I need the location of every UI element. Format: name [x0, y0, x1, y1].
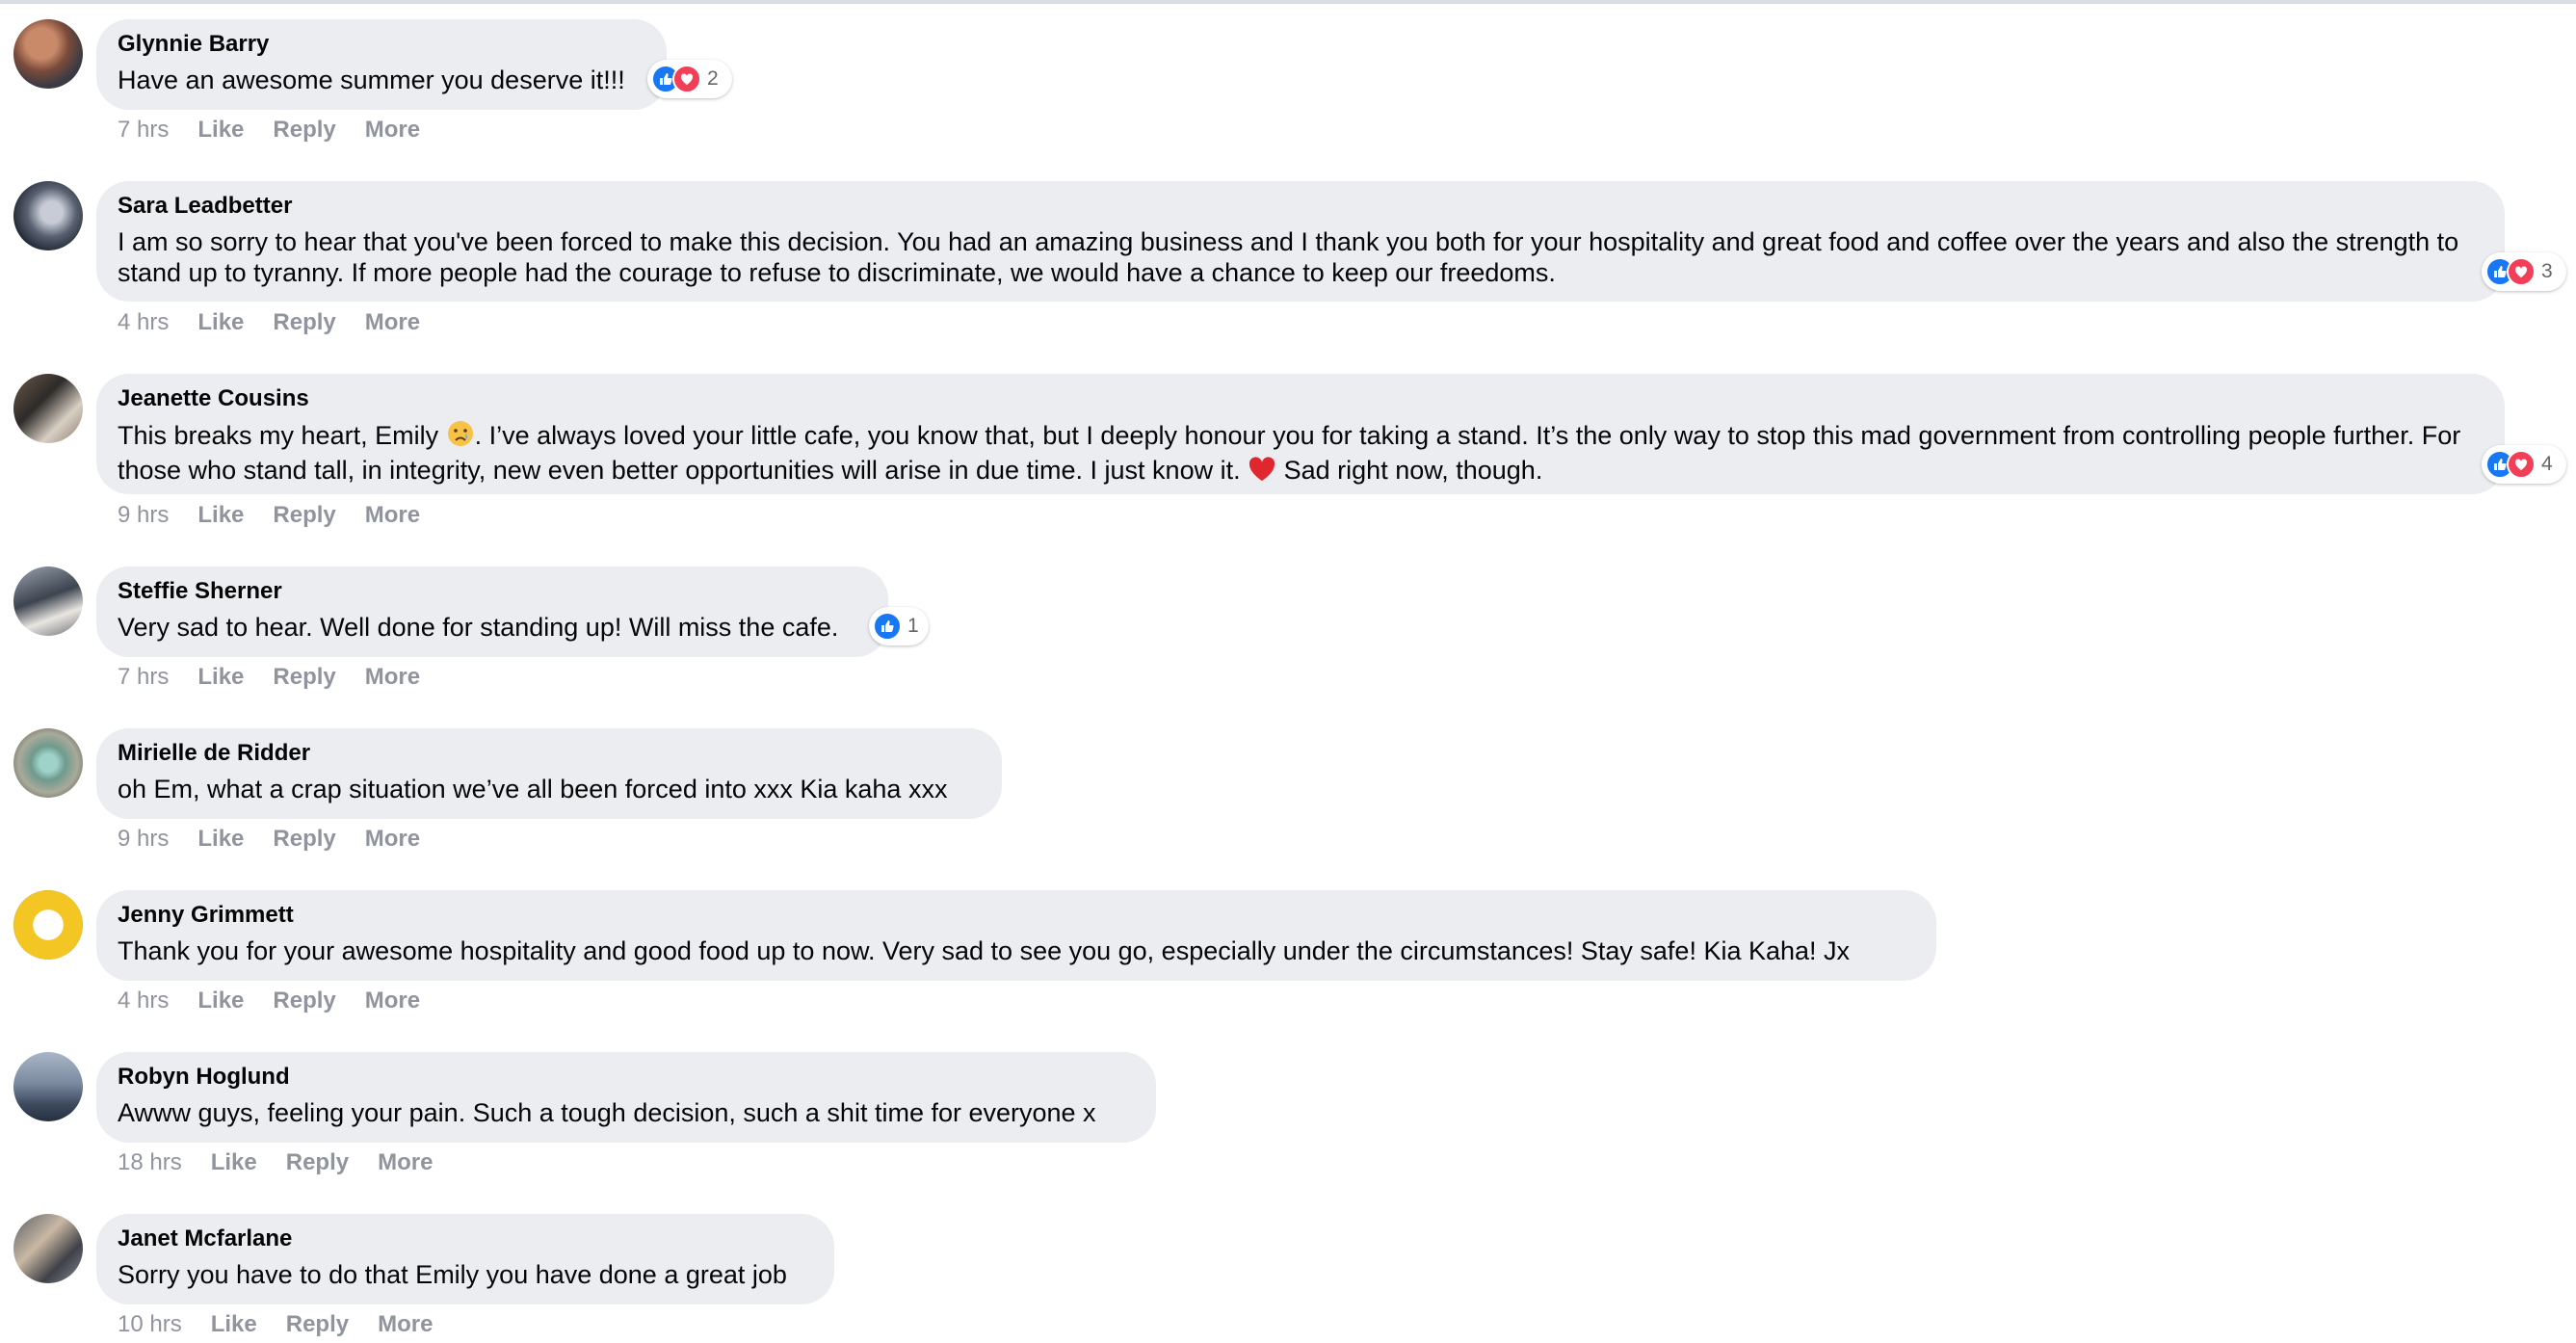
comment-text: Very sad to hear. Well done for standing…: [118, 613, 839, 642]
comment-actions: 18 hrs Like Reply More: [118, 1148, 461, 1177]
reply-button[interactable]: Reply: [273, 826, 335, 852]
more-button[interactable]: More: [378, 1311, 433, 1337]
like-button[interactable]: Like: [211, 1149, 257, 1175]
comment-timestamp[interactable]: 9 hrs: [118, 502, 169, 528]
comment-author[interactable]: Robyn Hoglund: [118, 1063, 1133, 1092]
comment-actions: 7 hrs Like Reply More: [118, 116, 449, 145]
like-reaction-icon: [873, 612, 902, 641]
reactions-summary[interactable]: 3: [2482, 252, 2566, 291]
comment-timestamp[interactable]: 7 hrs: [118, 664, 169, 690]
avatar[interactable]: [13, 566, 83, 636]
reply-button[interactable]: Reply: [273, 309, 335, 335]
more-button[interactable]: More: [365, 502, 420, 528]
reaction-count: 2: [707, 67, 719, 90]
comment-bubble: Mirielle de Ridder oh Em, what a crap si…: [96, 728, 1002, 819]
reactions-summary[interactable]: 4: [2482, 445, 2566, 484]
comment-timestamp[interactable]: 4 hrs: [118, 309, 169, 335]
reaction-count: 3: [2541, 260, 2553, 282]
more-button[interactable]: More: [365, 826, 420, 852]
comment-bubble: Jenny Grimmett Thank you for your awesom…: [96, 890, 1936, 981]
reply-button[interactable]: Reply: [286, 1311, 349, 1337]
comment-actions: 9 hrs Like Reply More: [118, 501, 449, 530]
reply-button[interactable]: Reply: [273, 664, 335, 690]
comment-text: Have an awesome summer you deserve it!!!: [118, 66, 625, 94]
comment-timestamp[interactable]: 4 hrs: [118, 988, 169, 1014]
reaction-count: 4: [2541, 453, 2553, 475]
comment-actions: 4 hrs Like Reply More: [118, 308, 449, 337]
more-button[interactable]: More: [365, 117, 420, 143]
comment-author[interactable]: Jeanette Cousins: [118, 384, 2482, 413]
more-button[interactable]: More: [365, 988, 420, 1014]
comment-text-part: This breaks my heart, Emily: [118, 421, 439, 450]
comment-actions: 7 hrs Like Reply More: [118, 663, 449, 692]
comment-text: Thank you for your awesome hospitality a…: [118, 936, 1851, 965]
like-button[interactable]: Like: [211, 1311, 257, 1337]
avatar[interactable]: [13, 1214, 83, 1283]
comment-bubble: Sara Leadbetter I am so sorry to hear th…: [96, 181, 2505, 302]
comment-text-part: Sad right now, though.: [1283, 456, 1543, 485]
comment-timestamp[interactable]: 9 hrs: [118, 826, 169, 852]
comment-timestamp[interactable]: 10 hrs: [118, 1311, 182, 1337]
comment-bubble: Robyn Hoglund Awww guys, feeling your pa…: [96, 1052, 1156, 1143]
more-button[interactable]: More: [378, 1149, 433, 1175]
comment-text: Awww guys, feeling your pain. Such a tou…: [118, 1098, 1096, 1127]
comment-timestamp[interactable]: 7 hrs: [118, 117, 169, 143]
love-reaction-icon: [2507, 257, 2536, 286]
reactions-summary[interactable]: 1: [869, 607, 929, 645]
red-heart-icon: [1248, 456, 1276, 489]
comment-author[interactable]: Sara Leadbetter: [118, 192, 2482, 221]
avatar[interactable]: [13, 181, 83, 250]
reply-button[interactable]: Reply: [286, 1149, 349, 1175]
crying-face-icon: [446, 419, 475, 455]
comment-author[interactable]: Mirielle de Ridder: [118, 739, 979, 768]
comment-text: Sorry you have to do that Emily you have…: [118, 1260, 787, 1289]
comment-author[interactable]: Steffie Sherner: [118, 577, 865, 606]
comment-actions: 9 hrs Like Reply More: [118, 825, 449, 854]
top-divider: [0, 0, 2576, 4]
comment-bubble: Glynnie Barry Have an awesome summer you…: [96, 19, 667, 110]
comment-author[interactable]: Jenny Grimmett: [118, 901, 1913, 930]
comment-author[interactable]: Glynnie Barry: [118, 30, 644, 59]
avatar[interactable]: [13, 890, 83, 960]
comment-actions: 4 hrs Like Reply More: [118, 987, 449, 1015]
love-reaction-icon: [2507, 450, 2536, 479]
comment-bubble: Steffie Sherner Very sad to hear. Well d…: [96, 566, 888, 657]
like-button[interactable]: Like: [197, 664, 244, 690]
comment-bubble: Janet Mcfarlane Sorry you have to do tha…: [96, 1214, 834, 1304]
comment-text: This breaks my heart, Emily . I’ve alway…: [118, 419, 2482, 489]
reply-button[interactable]: Reply: [273, 117, 335, 143]
comment-bubble: Jeanette Cousins This breaks my heart, E…: [96, 374, 2505, 494]
like-button[interactable]: Like: [197, 117, 244, 143]
more-button[interactable]: More: [365, 309, 420, 335]
more-button[interactable]: More: [365, 664, 420, 690]
avatar[interactable]: [13, 1052, 83, 1121]
comment-text: oh Em, what a crap situation we’ve all b…: [118, 775, 948, 803]
comment-author[interactable]: Janet Mcfarlane: [118, 1224, 811, 1253]
avatar[interactable]: [13, 374, 83, 443]
avatar[interactable]: [13, 19, 83, 89]
reactions-summary[interactable]: 2: [647, 60, 732, 98]
reply-button[interactable]: Reply: [273, 988, 335, 1014]
love-reaction-icon: [672, 65, 701, 93]
avatar[interactable]: [13, 728, 83, 798]
like-button[interactable]: Like: [197, 826, 244, 852]
reply-button[interactable]: Reply: [273, 502, 335, 528]
like-button[interactable]: Like: [197, 988, 244, 1014]
comment-timestamp[interactable]: 18 hrs: [118, 1149, 182, 1175]
reaction-count: 1: [907, 615, 919, 637]
comment-actions: 10 hrs Like Reply More: [118, 1310, 461, 1339]
like-button[interactable]: Like: [197, 502, 244, 528]
like-button[interactable]: Like: [197, 309, 244, 335]
comment-text: I am so sorry to hear that you've been f…: [118, 227, 2459, 287]
